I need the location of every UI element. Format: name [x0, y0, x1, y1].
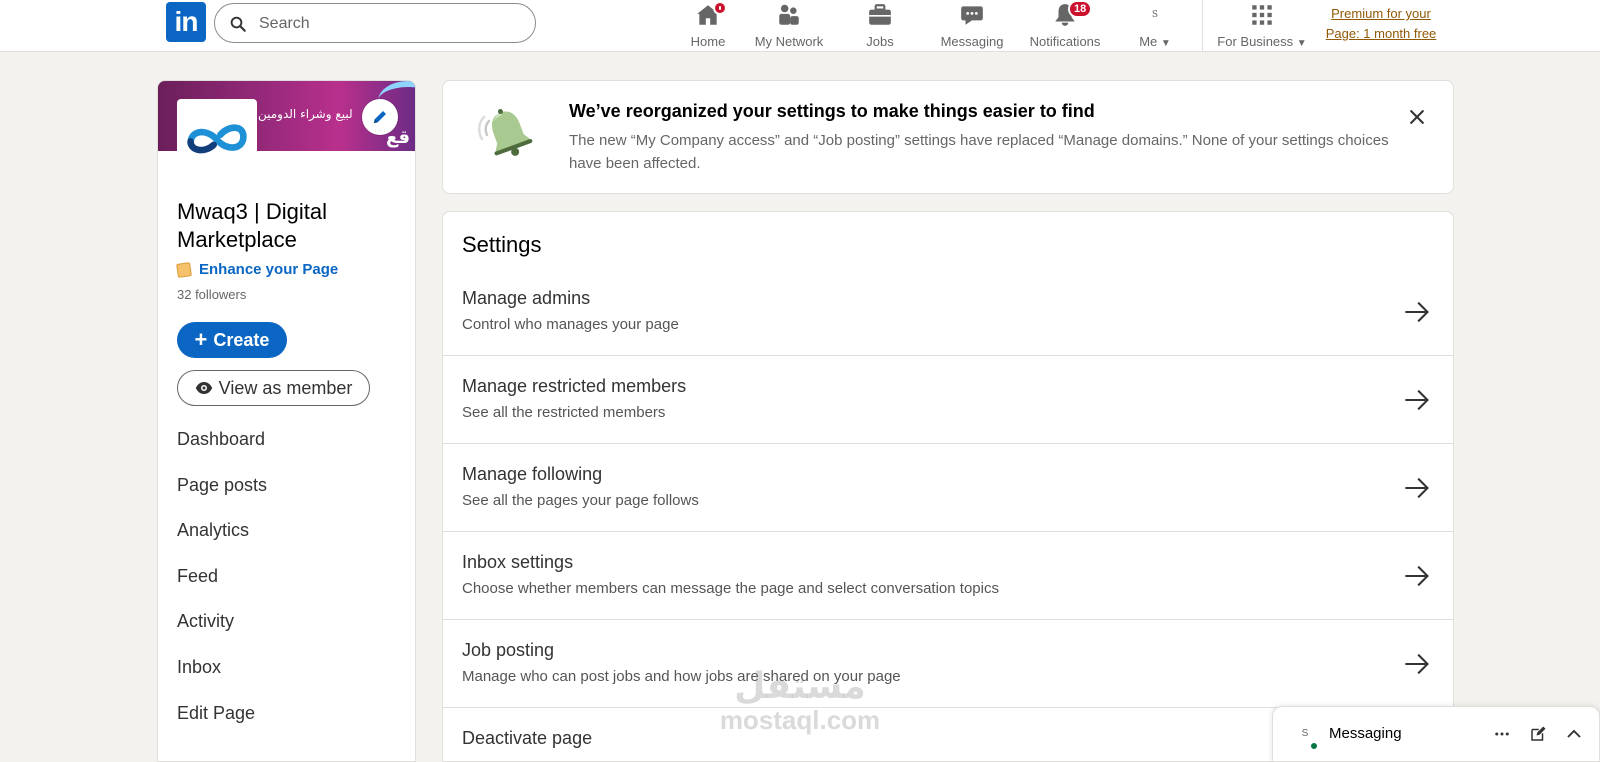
row-subtitle: See all the pages your page follows	[462, 492, 699, 509]
bell-icon: 18	[1052, 0, 1093, 28]
nav-notifications[interactable]: 18 Notifications	[1022, 0, 1108, 52]
nav-for-business[interactable]: For Business ▼	[1212, 0, 1312, 52]
nav-notifications-label: Notifications	[1029, 34, 1101, 49]
side-nav-analytics[interactable]: Analytics	[177, 520, 267, 566]
compose-message-icon[interactable]	[1527, 723, 1549, 745]
online-status-dot	[1309, 741, 1319, 751]
arrow-right-icon	[1405, 565, 1429, 587]
row-title: Manage admins	[462, 288, 591, 308]
chevron-down-icon: ▼	[1296, 38, 1307, 49]
company-name: Mwaq3 | Digital Marketplace	[177, 199, 327, 252]
row-title: Job posting	[462, 640, 555, 660]
settings-row-manage-following[interactable]: Manage following See all the pages your …	[443, 444, 1453, 532]
search-input[interactable]	[259, 12, 519, 36]
row-title: Manage following	[462, 464, 603, 484]
watermark-arabic: مستقل	[734, 666, 866, 707]
plus-icon: +	[194, 327, 208, 352]
pencil-icon	[374, 111, 386, 123]
search-box[interactable]	[214, 3, 536, 43]
nav-me[interactable]: S Me ▼	[1126, 0, 1184, 52]
nav-messaging[interactable]: Messaging	[930, 0, 1014, 52]
nav-home[interactable]: Home	[672, 0, 744, 52]
nav-divider	[1202, 0, 1203, 52]
cover-tagline: لبيع وشراء الدومين	[258, 107, 353, 121]
linkedin-logo[interactable]: in	[166, 2, 206, 42]
view-as-member-button[interactable]: View as member	[177, 370, 370, 406]
mostaql-watermark: مستقل mostaql.com	[700, 666, 900, 735]
row-subtitle: Choose whether members can message the p…	[462, 580, 999, 597]
bell-illustration-icon	[478, 109, 533, 156]
settings-reorganized-notice: We’ve reorganized your settings to make …	[442, 80, 1454, 194]
row-subtitle: See all the restricted members	[462, 404, 666, 421]
company-sidebar-card: لبيع وشراء الدومين قع Mwaq3 | Digital Ma…	[157, 80, 416, 762]
settings-row-manage-restricted-members[interactable]: Manage restricted members See all the re…	[443, 356, 1453, 444]
grid-icon	[1249, 2, 1275, 28]
create-button[interactable]: + Create	[177, 322, 287, 358]
arrow-right-icon	[1405, 653, 1429, 675]
arrow-right-icon	[1405, 477, 1429, 499]
side-nav-edit-page[interactable]: Edit Page	[177, 703, 267, 749]
nav-home-label: Home	[690, 34, 726, 49]
side-nav-activity[interactable]: Activity	[177, 611, 267, 657]
settings-row-inbox-settings[interactable]: Inbox settings Choose whether members ca…	[443, 532, 1453, 620]
enhance-page-label: Enhance your Page	[199, 261, 339, 278]
premium-line-1: Premium for your	[1331, 6, 1431, 21]
row-subtitle: Control who manages your page	[462, 316, 679, 333]
search-icon	[230, 16, 246, 32]
nav-me-label: Me ▼	[1139, 34, 1171, 49]
messaging-avatar-text: S	[1301, 727, 1309, 739]
arrow-right-icon	[1405, 301, 1429, 323]
nav-jobs-label: Jobs	[866, 34, 894, 49]
row-title: Inbox settings	[462, 552, 574, 572]
nav-my-network-label: My Network	[754, 34, 824, 49]
nav-messaging-label: Messaging	[940, 34, 1004, 49]
eye-icon	[195, 382, 212, 394]
messaging-overlay[interactable]: S Messaging	[1272, 706, 1600, 762]
view-as-member-label: View as member	[218, 377, 353, 398]
avatar-icon: S	[1142, 2, 1168, 28]
top-navigation-bar: in Home My Network Jobs Messaging 18	[0, 0, 1600, 52]
home-icon	[695, 1, 727, 28]
people-icon	[776, 2, 802, 28]
infinity-logo-icon	[187, 124, 247, 154]
row-title: Deactivate page	[462, 728, 593, 748]
close-icon	[1410, 110, 1424, 124]
watermark-latin: mostaql.com	[719, 705, 881, 735]
nav-my-network[interactable]: My Network	[744, 0, 834, 52]
notice-body: The new “My Company access” and “Job pos…	[569, 132, 1389, 172]
messaging-title: Messaging	[1329, 725, 1402, 742]
notifications-count-badge: 18	[1068, 0, 1093, 18]
premium-line-2: Page: 1 month free	[1325, 26, 1437, 41]
note-icon	[176, 261, 192, 278]
side-nav-inbox[interactable]: Inbox	[177, 657, 267, 703]
arrow-right-icon	[1405, 389, 1429, 411]
settings-heading: Settings	[462, 232, 542, 257]
home-notification-dot	[713, 1, 727, 15]
premium-offer-link[interactable]: Premium for your Page: 1 month free	[1318, 4, 1444, 44]
company-logo[interactable]	[177, 99, 257, 179]
side-nav-page-posts[interactable]: Page posts	[177, 475, 267, 521]
dismiss-notice-button[interactable]	[1405, 105, 1429, 129]
settings-row-manage-admins[interactable]: Manage admins Control who manages your p…	[443, 268, 1453, 356]
side-nav-feed[interactable]: Feed	[177, 566, 267, 612]
nav-jobs[interactable]: Jobs	[844, 0, 916, 52]
follower-count: 32 followers	[177, 287, 247, 302]
me-avatar-text: S	[1151, 10, 1159, 20]
enhance-page-link[interactable]: Enhance your Page	[176, 261, 339, 278]
chevron-down-icon: ▼	[1160, 38, 1171, 49]
chevron-up-icon[interactable]	[1563, 723, 1585, 745]
edit-cover-button[interactable]	[362, 99, 398, 135]
settings-row-job-posting[interactable]: Job posting Manage who can post jobs and…	[443, 620, 1453, 708]
more-options-icon[interactable]	[1491, 723, 1513, 745]
notice-title: We’ve reorganized your settings to make …	[569, 101, 1095, 121]
settings-card: Settings Manage admins Control who manag…	[442, 211, 1454, 762]
create-button-label: Create	[213, 329, 270, 350]
chat-icon	[959, 2, 985, 28]
briefcase-icon	[867, 2, 893, 28]
side-nav-dashboard[interactable]: Dashboard	[177, 429, 267, 475]
nav-for-business-label: For Business ▼	[1217, 34, 1307, 49]
page-admin-nav: Dashboard Page posts Analytics Feed Acti…	[177, 429, 267, 748]
row-title: Manage restricted members	[462, 376, 687, 396]
